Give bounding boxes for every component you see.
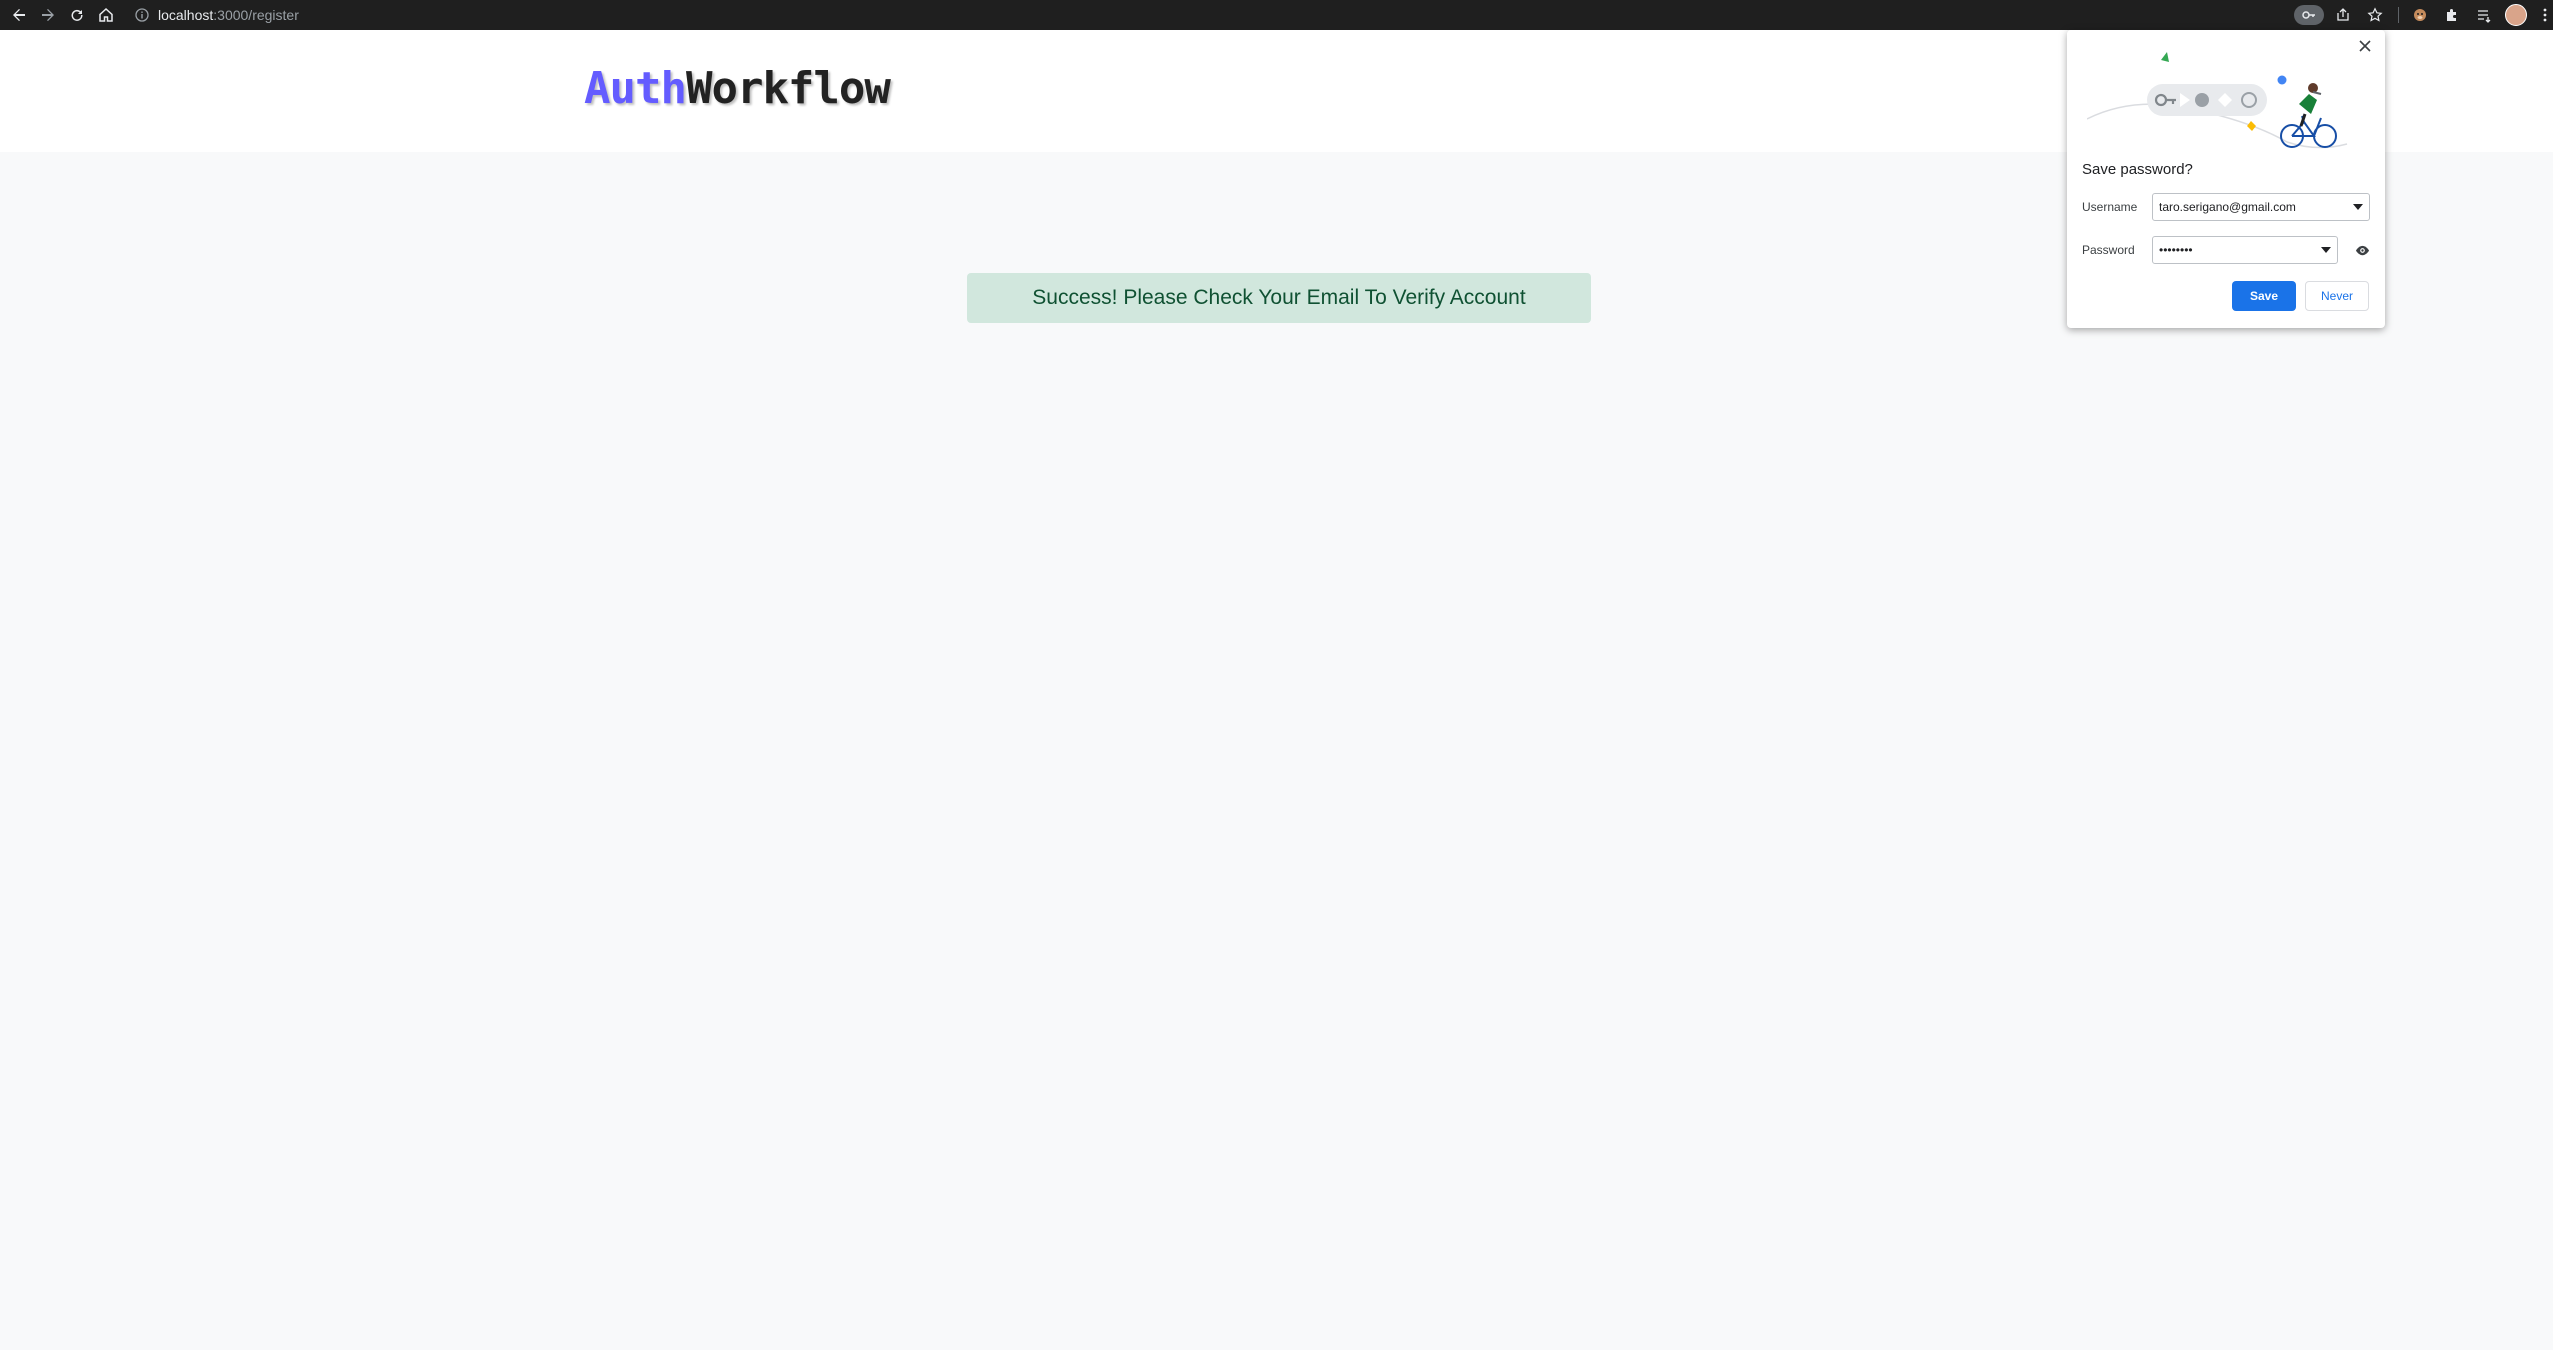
back-icon[interactable]	[9, 5, 29, 25]
toolbar-separator	[2398, 7, 2399, 23]
reload-icon[interactable]	[67, 5, 87, 25]
bookmark-star-icon[interactable]	[2364, 4, 2386, 26]
success-alert-message: Success! Please Check Your Email To Veri…	[1032, 286, 1526, 309]
profile-avatar[interactable]	[2505, 4, 2527, 26]
home-icon[interactable]	[96, 5, 116, 25]
forward-icon[interactable]	[38, 5, 58, 25]
reading-list-icon[interactable]	[2473, 4, 2495, 26]
logo-auth-text: Auth	[584, 63, 687, 114]
popup-title: Save password?	[2082, 161, 2193, 178]
eye-icon[interactable]	[2352, 240, 2372, 260]
never-button[interactable]: Never	[2305, 281, 2369, 311]
cyclist-illustration	[2280, 83, 2337, 148]
save-button[interactable]: Save	[2232, 281, 2296, 311]
username-select[interactable]: taro.serigano@gmail.com	[2152, 193, 2370, 221]
chevron-down-icon	[2353, 204, 2363, 210]
username-value: taro.serigano@gmail.com	[2159, 200, 2296, 214]
username-row: Username taro.serigano@gmail.com	[2082, 193, 2370, 221]
address-bar[interactable]: localhost:3000/register	[134, 2, 299, 28]
toolbar-right	[2294, 0, 2553, 30]
extension-monkey-icon[interactable]	[2409, 4, 2431, 26]
browser-menu-icon[interactable]	[2539, 4, 2551, 26]
site-info-icon[interactable]	[134, 7, 150, 23]
logo-workflow-text: Workflow	[685, 63, 891, 114]
extensions-puzzle-icon[interactable]	[2441, 4, 2463, 26]
close-icon[interactable]	[2355, 36, 2375, 56]
password-illustration	[2087, 52, 2348, 149]
browser-toolbar: localhost:3000/register	[0, 0, 2553, 30]
url-path: :3000/register	[213, 7, 299, 23]
username-label: Username	[2082, 200, 2138, 214]
site-logo[interactable]: AuthWorkflow	[584, 63, 891, 114]
share-icon[interactable]	[2332, 4, 2354, 26]
password-row: Password ••••••••	[2082, 236, 2372, 264]
password-select[interactable]: ••••••••	[2152, 236, 2338, 264]
url-host: localhost	[158, 7, 214, 23]
password-label: Password	[2082, 243, 2135, 257]
save-password-popup: Save password? Username taro.serigano@gm…	[2067, 30, 2385, 328]
success-alert: Success! Please Check Your Email To Veri…	[967, 273, 1591, 323]
password-value: ••••••••	[2159, 243, 2193, 257]
chevron-down-icon	[2321, 247, 2331, 253]
password-key-icon[interactable]	[2294, 5, 2324, 25]
